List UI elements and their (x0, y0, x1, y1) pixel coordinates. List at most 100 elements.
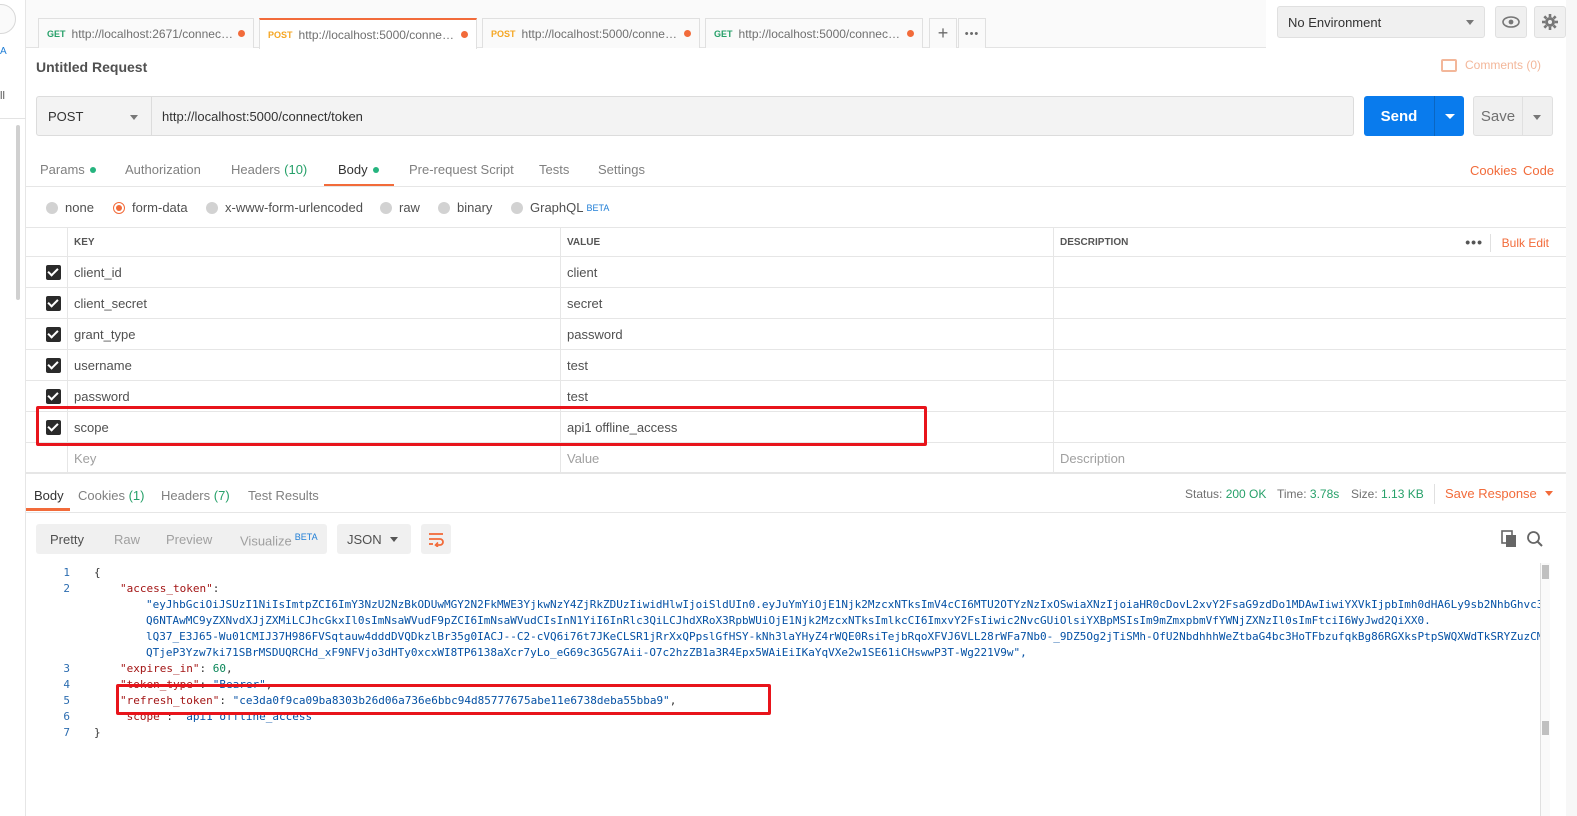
sidebar-scrollbar[interactable] (16, 125, 20, 300)
description-cell[interactable] (1053, 412, 1577, 442)
response-tab-headers[interactable]: Headers (7) (161, 488, 230, 503)
window-scrollbar[interactable] (1566, 0, 1577, 816)
send-button[interactable]: Send (1364, 96, 1434, 136)
tab-headers[interactable]: Headers (10) (231, 162, 307, 177)
request-tab[interactable]: POST http://localhost:5000/connect/... (482, 18, 700, 48)
response-body-viewer[interactable]: 1 2 3 4 5 6 7 { "access_token": "eyJhbGc… (36, 565, 1550, 745)
key-cell[interactable]: grant_type (67, 319, 560, 349)
key-cell[interactable]: client_id (67, 257, 560, 287)
save-response-button[interactable]: Save Response (1445, 486, 1553, 501)
url-value: http://localhost:5000/connect/token (162, 108, 363, 124)
divider (1434, 484, 1435, 504)
view-pretty[interactable]: Pretty (50, 532, 84, 547)
copy-icon[interactable] (1500, 530, 1518, 548)
key-input[interactable]: Key (67, 443, 560, 473)
table-row: client_secret secret (26, 288, 1577, 319)
environment-quick-look-button[interactable] (1495, 6, 1527, 38)
value-cell[interactable]: secret (560, 288, 1053, 318)
description-cell[interactable] (1053, 319, 1577, 349)
code-brace: { (94, 566, 101, 579)
tab-pre-request-script[interactable]: Pre-request Script (409, 162, 514, 177)
row-checkbox[interactable] (46, 358, 61, 373)
row-checkbox[interactable] (46, 265, 61, 280)
table-row: scope api1 offline_access (26, 412, 1577, 443)
cookies-link[interactable]: Cookies (1470, 163, 1517, 178)
format-select[interactable]: JSON (337, 524, 411, 554)
response-tab-body[interactable]: Body (34, 488, 64, 503)
key-cell[interactable]: username (67, 350, 560, 380)
code-line: "access_token": (120, 581, 226, 597)
view-preview[interactable]: Preview (166, 532, 212, 547)
url-input[interactable]: http://localhost:5000/connect/token (151, 96, 1354, 136)
row-checkbox[interactable] (46, 389, 61, 404)
chevron-down-icon (1466, 20, 1474, 25)
request-tab-active[interactable]: POST http://localhost:5000/connect/... (259, 18, 477, 49)
body-type-raw[interactable]: raw (380, 200, 420, 215)
json-key: "refresh_token" (120, 694, 220, 707)
environment-select[interactable]: No Environment (1277, 6, 1485, 38)
body-type-none[interactable]: none (46, 200, 94, 215)
wrap-lines-button[interactable] (421, 524, 451, 554)
value-cell[interactable]: test (560, 381, 1053, 411)
key-cell[interactable]: client_secret (67, 288, 560, 318)
line-number: 1 (63, 566, 70, 579)
method-select[interactable]: POST (36, 96, 152, 136)
send-options-button[interactable] (1434, 96, 1464, 136)
scrollbar-thumb[interactable] (1542, 721, 1549, 735)
tab-authorization[interactable]: Authorization (125, 162, 201, 177)
key-cell[interactable]: scope (67, 412, 560, 442)
comments-button[interactable]: Comments (0) (1441, 58, 1541, 72)
comments-label: Comments (0) (1465, 58, 1542, 72)
unsaved-dot-icon (238, 30, 245, 37)
tab-options-button[interactable]: ••• (958, 18, 986, 48)
tab-params[interactable]: Params (40, 162, 96, 177)
save-button[interactable]: Save (1473, 96, 1523, 136)
tab-settings[interactable]: Settings (598, 162, 645, 177)
value-cell[interactable]: password (560, 319, 1053, 349)
avatar[interactable] (0, 4, 16, 34)
value-cell[interactable]: api1 offline_access (560, 412, 1053, 442)
json-colon: : (212, 582, 226, 595)
tab-body[interactable]: Body (338, 162, 379, 177)
body-type-form-data[interactable]: form-data (113, 200, 188, 215)
tab-tests[interactable]: Tests (539, 162, 569, 177)
row-checkbox[interactable] (46, 296, 61, 311)
description-cell[interactable] (1053, 350, 1577, 380)
json-string: "ce3da0f9ca09ba8303b26d06a736e6bbc94d857… (232, 694, 670, 707)
description-cell[interactable] (1053, 381, 1577, 411)
form-data-table: KEY VALUE DESCRIPTION ••• Bulk Edit clie… (26, 227, 1577, 474)
more-icon[interactable]: ••• (1465, 234, 1483, 250)
description-input[interactable]: Description (1053, 443, 1577, 473)
body-type-urlencoded[interactable]: x-www-form-urlencoded (206, 200, 363, 215)
code-scrollbar[interactable] (1540, 563, 1550, 816)
request-tab[interactable]: GET http://localhost:5000/connect/u... (705, 18, 923, 48)
value-cell[interactable]: client (560, 257, 1053, 287)
code-link[interactable]: Code (1523, 163, 1554, 178)
status-label: Status: (1185, 487, 1223, 501)
row-checkbox[interactable] (46, 327, 61, 342)
chevron-down-icon (1533, 115, 1541, 120)
headers-count: (7) (213, 488, 230, 503)
view-raw[interactable]: Raw (114, 532, 140, 547)
search-icon[interactable] (1526, 530, 1544, 548)
description-cell[interactable] (1053, 257, 1577, 287)
save-options-button[interactable] (1523, 96, 1553, 136)
view-visualize[interactable]: Visualize BETA (240, 532, 318, 548)
value-input[interactable]: Value (560, 443, 1053, 473)
table-header-row: KEY VALUE DESCRIPTION ••• Bulk Edit (26, 227, 1577, 257)
time-value: 3.78s (1309, 487, 1340, 501)
request-title[interactable]: Untitled Request (36, 59, 147, 75)
body-type-binary[interactable]: binary (438, 200, 492, 215)
response-tab-cookies[interactable]: Cookies (1) (78, 488, 144, 503)
value-cell[interactable]: test (560, 350, 1053, 380)
key-cell[interactable]: password (67, 381, 560, 411)
scrollbar-thumb[interactable] (1542, 565, 1549, 579)
response-tab-test-results[interactable]: Test Results (248, 488, 319, 503)
description-cell[interactable] (1053, 288, 1577, 318)
request-tab[interactable]: GET http://localhost:2671/connect/t... (38, 18, 254, 48)
row-checkbox[interactable] (46, 420, 61, 435)
new-tab-button[interactable]: + (929, 18, 957, 48)
bulk-edit-link[interactable]: Bulk Edit (1502, 236, 1549, 250)
body-type-graphql[interactable]: GraphQL BETA (511, 200, 609, 215)
manage-environments-button[interactable] (1534, 6, 1566, 38)
